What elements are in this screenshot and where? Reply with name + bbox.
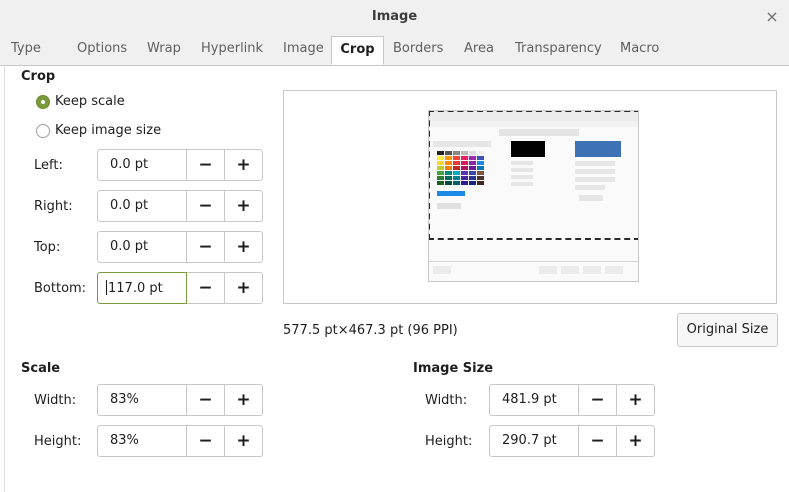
top-spinbox: 0.0 pt − + [97, 231, 263, 263]
keep-scale-radio[interactable]: Keep scale [36, 94, 125, 109]
left-spinbox: 0.0 pt − + [97, 149, 263, 181]
tab-bar: Type Options Wrap Hyperlink Image Crop B… [0, 36, 789, 66]
left-label: Left: [34, 158, 63, 173]
right-spinbox: 0.0 pt − + [97, 190, 263, 222]
scale-height-field[interactable]: 83% [97, 425, 187, 457]
image-width-increment-button[interactable]: + [617, 384, 655, 416]
bottom-value: 117.0 pt [108, 281, 163, 296]
right-increment-button[interactable]: + [225, 190, 263, 222]
keep-image-size-label: Keep image size [55, 123, 162, 138]
image-height-increment-button[interactable]: + [617, 425, 655, 457]
image-width-label: Width: [425, 393, 468, 408]
top-decrement-button[interactable]: − [187, 231, 225, 263]
tab-hyperlink[interactable]: Hyperlink [201, 41, 263, 56]
tab-area[interactable]: Area [464, 41, 494, 56]
title-bar: Image × [0, 0, 789, 37]
preview-image [428, 110, 639, 282]
right-label: Right: [34, 199, 73, 214]
left-field[interactable]: 0.0 pt [97, 149, 187, 181]
keep-image-size-radio[interactable]: Keep image size [36, 123, 161, 138]
tab-type[interactable]: Type [11, 41, 41, 56]
crop-panel: Crop Keep scale Keep image size Left: 0.… [0, 66, 789, 492]
image-width-decrement-button[interactable]: − [579, 384, 617, 416]
top-label: Top: [34, 240, 61, 255]
original-size-button[interactable]: Original Size [677, 313, 778, 347]
crop-region-outline [429, 111, 638, 240]
image-width-spinbox: 481.9 pt − + [489, 384, 655, 416]
text-cursor [106, 280, 107, 295]
scale-width-label: Width: [34, 393, 77, 408]
keep-scale-label: Keep scale [55, 94, 125, 109]
tab-crop[interactable]: Crop [331, 36, 384, 65]
scale-heading: Scale [21, 361, 61, 376]
window-title: Image [371, 9, 418, 24]
image-height-decrement-button[interactable]: − [579, 425, 617, 457]
close-icon[interactable]: × [765, 7, 779, 26]
scale-width-decrement-button[interactable]: − [187, 384, 225, 416]
image-height-label: Height: [425, 434, 473, 449]
panel-border [4, 66, 5, 492]
tab-macro[interactable]: Macro [620, 41, 659, 56]
radio-selected-icon [36, 94, 50, 109]
left-increment-button[interactable]: + [225, 149, 263, 181]
scale-height-spinbox: 83% − + [97, 425, 263, 457]
image-size-heading: Image Size [413, 361, 494, 376]
scale-width-increment-button[interactable]: + [225, 384, 263, 416]
crop-heading: Crop [21, 69, 56, 84]
image-height-spinbox: 290.7 pt − + [489, 425, 655, 457]
bottom-label: Bottom: [34, 281, 87, 296]
image-height-field[interactable]: 290.7 pt [489, 425, 579, 457]
scale-width-spinbox: 83% − + [97, 384, 263, 416]
right-field[interactable]: 0.0 pt [97, 190, 187, 222]
scale-height-label: Height: [34, 434, 82, 449]
crop-preview [283, 90, 777, 304]
tab-options[interactable]: Options [77, 41, 127, 56]
tab-image[interactable]: Image [283, 41, 324, 56]
right-decrement-button[interactable]: − [187, 190, 225, 222]
tab-borders[interactable]: Borders [393, 41, 443, 56]
top-increment-button[interactable]: + [225, 231, 263, 263]
tab-wrap[interactable]: Wrap [147, 41, 181, 56]
image-info-text: 577.5 pt×467.3 pt (96 PPI) [283, 323, 458, 338]
radio-unselected-icon [36, 123, 50, 138]
scale-height-decrement-button[interactable]: − [187, 425, 225, 457]
image-width-field[interactable]: 481.9 pt [489, 384, 579, 416]
bottom-field[interactable]: 117.0 pt [97, 272, 187, 304]
tab-transparency[interactable]: Transparency [515, 41, 602, 56]
top-field[interactable]: 0.0 pt [97, 231, 187, 263]
bottom-spinbox: 117.0 pt − + [97, 272, 263, 304]
scale-width-field[interactable]: 83% [97, 384, 187, 416]
bottom-increment-button[interactable]: + [225, 272, 263, 304]
bottom-decrement-button[interactable]: − [187, 272, 225, 304]
scale-height-increment-button[interactable]: + [225, 425, 263, 457]
left-decrement-button[interactable]: − [187, 149, 225, 181]
